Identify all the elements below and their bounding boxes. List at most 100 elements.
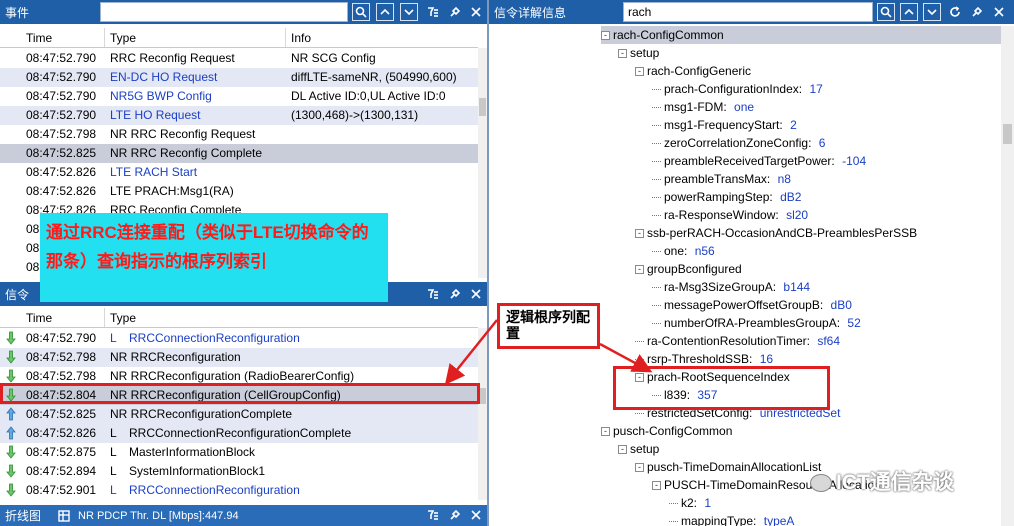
tree-toggle-icon[interactable]: -: [618, 49, 627, 59]
detail-search-input[interactable]: rach: [623, 2, 873, 22]
table-row[interactable]: 08:47:52.826 L RRCConnectionReconfiguratio…: [0, 424, 478, 443]
detail-scrollbar[interactable]: [1001, 26, 1014, 526]
signaling-pin-button[interactable]: [446, 285, 464, 303]
tree-node[interactable]: preambleReceivedTargetPower: -104: [652, 152, 866, 170]
tree-toggle-icon[interactable]: -: [635, 265, 644, 275]
table-row[interactable]: 08:47:52.798 NR RRC Reconfig Request: [0, 125, 478, 144]
close-icon: [471, 510, 481, 520]
tree-toggle-icon[interactable]: -: [618, 445, 627, 455]
tree-node-key: messagePowerOffsetGroupB:: [664, 298, 824, 312]
tree-node[interactable]: messagePowerOffsetGroupB: dB0: [652, 296, 852, 314]
table-row[interactable]: 08:47:52.901 L RRCConnectionReconfiguratio…: [0, 481, 478, 500]
tree-connector: [652, 161, 661, 163]
detail-down-button[interactable]: [923, 3, 941, 21]
column-header-time[interactable]: Time: [0, 308, 105, 327]
events-filter-button[interactable]: [424, 3, 442, 21]
tree-node[interactable]: msg1-FrequencyStart: 2: [652, 116, 797, 134]
highlight-box-root-sequence: [613, 366, 830, 410]
tree-toggle-icon[interactable]: -: [635, 463, 644, 473]
tree-connector: [669, 521, 678, 523]
table-row[interactable]: 08:47:52.826 LTE RACH Start: [0, 163, 478, 182]
table-row[interactable]: 08:47:52.826 LTE PRACH:Msg1(RA): [0, 182, 478, 201]
tree-node[interactable]: one: n56: [652, 242, 715, 260]
detail-up-button[interactable]: [900, 3, 918, 21]
table-row[interactable]: 08:47:52.894 L SystemInformationBlock1: [0, 462, 478, 481]
tree-node[interactable]: prach-ConfigurationIndex: 17: [652, 80, 823, 98]
column-header-time[interactable]: Time: [0, 28, 105, 47]
row-type: NR RRC Reconfig Complete: [110, 146, 263, 160]
signaling-scrollbar-thumb[interactable]: [479, 388, 486, 404]
chevron-up-icon: [380, 8, 390, 15]
detail-pin-button[interactable]: [968, 3, 986, 21]
tree-node[interactable]: zeroCorrelationZoneConfig: 6: [652, 134, 825, 152]
tree-node[interactable]: mappingType: typeA: [669, 512, 794, 526]
tree-node[interactable]: ra-Msg3SizeGroupA: b144: [652, 278, 810, 296]
events-up-button[interactable]: [376, 3, 394, 21]
chart-tab-label[interactable]: 折线图: [0, 507, 41, 524]
events-scrollbar-thumb[interactable]: [479, 98, 486, 116]
tree-node[interactable]: msg1-FDM: one: [652, 98, 754, 116]
row-time: 08:47:52.894: [26, 464, 97, 478]
events-search-input[interactable]: [100, 2, 348, 22]
events-scrollbar[interactable]: [478, 48, 487, 278]
column-header-type[interactable]: Type: [105, 28, 286, 47]
panel-splitter[interactable]: [487, 0, 489, 526]
tree-node[interactable]: ra-ResponseWindow: sl20: [652, 206, 808, 224]
events-search-button[interactable]: [352, 3, 370, 21]
column-header-type[interactable]: Type: [105, 308, 478, 327]
events-close-button[interactable]: [467, 3, 485, 21]
tree-node-key: numberOfRA-PreamblesGroupA:: [664, 316, 841, 330]
tree-node[interactable]: - groupBconfigured: [635, 260, 742, 278]
note-annotation: 逻辑根序列配置: [497, 303, 600, 349]
tree-toggle-icon[interactable]: -: [635, 229, 644, 239]
signaling-scrollbar[interactable]: [478, 328, 487, 500]
tree-node-value: 16: [759, 352, 774, 366]
tree-toggle-icon[interactable]: -: [601, 427, 610, 437]
tree-node[interactable]: k2: 1: [669, 494, 711, 512]
row-type: NR RRC Reconfig Request: [110, 127, 256, 141]
detail-close-button[interactable]: [990, 3, 1008, 21]
events-down-button[interactable]: [400, 3, 418, 21]
tree-node-key: pusch-ConfigCommon: [613, 424, 733, 438]
downlink-arrow-icon: [6, 464, 16, 478]
close-icon: [471, 7, 481, 17]
table-row[interactable]: 08:47:52.875 L MasterInformationBlock: [0, 443, 478, 462]
tree-node[interactable]: - setup: [618, 440, 659, 458]
tree-node[interactable]: - setup: [618, 44, 659, 62]
tree-node[interactable]: - ssb-perRACH-OccasionAndCB-PreamblesPerS…: [635, 224, 917, 242]
signaling-close-button[interactable]: [467, 285, 485, 303]
tree-connector: [635, 359, 644, 361]
tree-node[interactable]: powerRampingStep: dB2: [652, 188, 801, 206]
tree-node[interactable]: numberOfRA-PreamblesGroupA: 52: [652, 314, 861, 332]
throughput-readout: NR PDCP Thr. DL [Mbps]:447.94: [78, 509, 239, 522]
tree-node-key: rach-ConfigCommon: [613, 28, 724, 42]
table-row[interactable]: 08:47:52.798 NR RRCReconfiguration: [0, 348, 478, 367]
table-row[interactable]: 08:47:52.825 NR RRCReconfigurationComplet…: [0, 405, 478, 424]
chevron-up-icon: [904, 8, 914, 15]
tree-node[interactable]: - pusch-TimeDomainAllocationList: [635, 458, 821, 476]
tree-node[interactable]: - rach-ConfigGeneric: [635, 62, 751, 80]
table-row[interactable]: 08:47:52.790 EN-DC HO Request diffLTE-same…: [0, 68, 478, 87]
table-row[interactable]: 08:47:52.790 LTE HO Request (1300,468)->(1…: [0, 106, 478, 125]
events-pin-button[interactable]: [446, 3, 464, 21]
status-close-button[interactable]: [467, 506, 485, 524]
detail-scrollbar-thumb[interactable]: [1003, 124, 1012, 144]
table-row[interactable]: 08:47:52.790 RRC Reconfig Request NR SCG C…: [0, 49, 478, 68]
table-row[interactable]: 08:47:52.825 NR RRC Reconfig Complete: [0, 144, 478, 163]
status-filter-button[interactable]: [424, 506, 442, 524]
tree-node[interactable]: preambleTransMax: n8: [652, 170, 791, 188]
detail-refresh-button[interactable]: [946, 3, 964, 21]
tree-toggle-icon[interactable]: -: [635, 67, 644, 77]
column-header-info[interactable]: Info: [286, 28, 478, 47]
tree-node[interactable]: - pusch-ConfigCommon: [601, 422, 732, 440]
tree-toggle-icon[interactable]: -: [652, 481, 661, 491]
tree-node[interactable]: ra-ContentionResolutionTimer: sf64: [635, 332, 840, 350]
status-pin-button[interactable]: [446, 506, 464, 524]
tree-node-value: 1: [704, 496, 712, 510]
table-row[interactable]: 08:47:52.790 NR5G BWP Config DL Active ID:…: [0, 87, 478, 106]
detail-search-button[interactable]: [877, 3, 895, 21]
table-row[interactable]: 08:47:52.790 L RRCConnectionReconfiguratio…: [0, 329, 478, 348]
tree-toggle-icon[interactable]: -: [601, 31, 610, 41]
tree-node[interactable]: - rach-ConfigCommon: [601, 26, 1001, 44]
signaling-filter-button[interactable]: [424, 285, 442, 303]
